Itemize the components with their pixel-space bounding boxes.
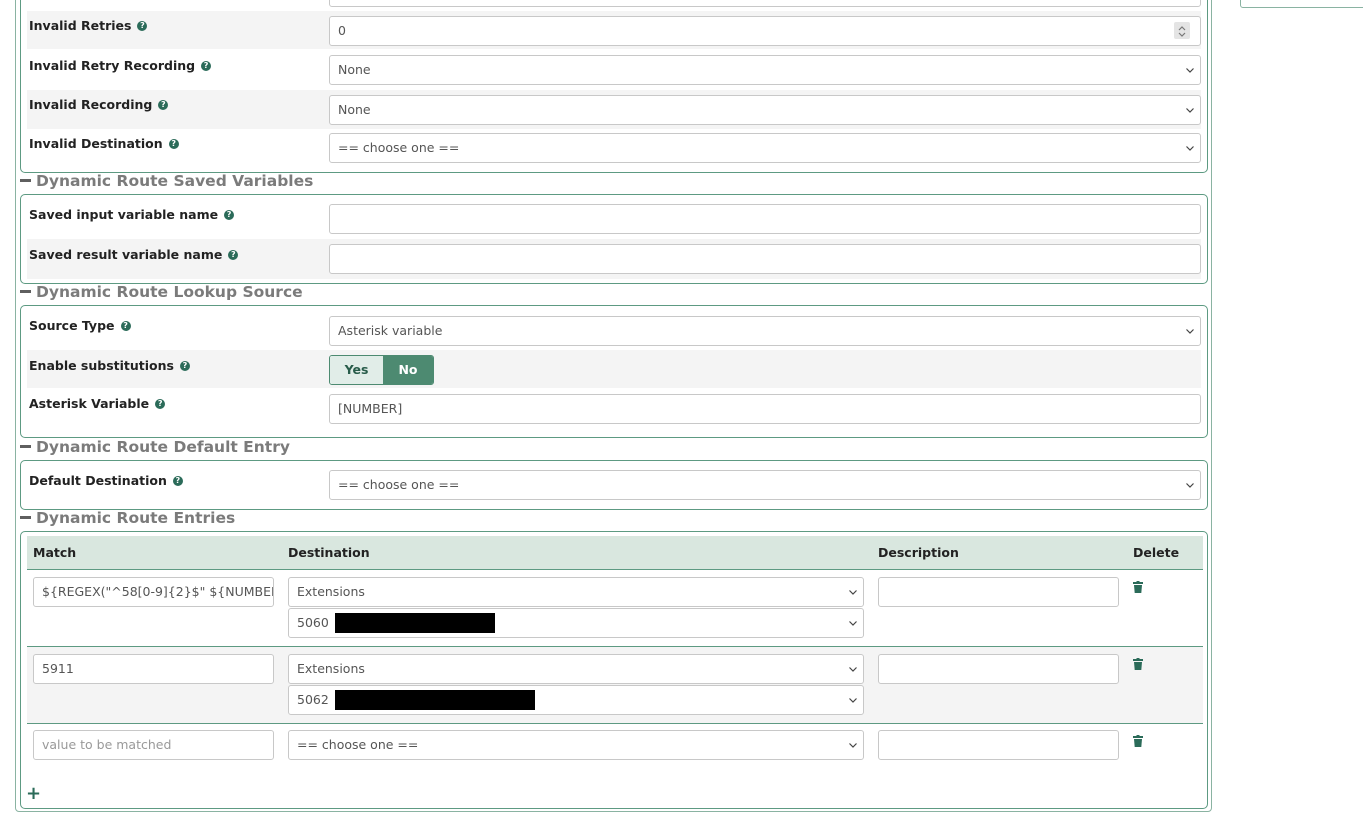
entries-panel: Match Destination Description Delete ${R… — [20, 531, 1208, 809]
default-entry-panel: Default Destination? == choose one == — [20, 460, 1208, 510]
saved-variables-legend[interactable]: Dynamic Route Saved Variables — [20, 171, 313, 191]
description-input[interactable] — [878, 654, 1119, 684]
invalid-destination-select[interactable]: == choose one == — [329, 133, 1201, 163]
trash-icon[interactable] — [1133, 581, 1143, 593]
table-row: 5911 Extensions 5062 — [27, 647, 1203, 724]
delete-header: Delete — [1133, 545, 1180, 560]
match-input[interactable]: 5911 — [33, 654, 274, 684]
destination-header: Destination — [288, 545, 370, 560]
chevron-down-icon — [849, 698, 857, 703]
invalid-retry-recording-label: Invalid Retry Recording — [29, 58, 196, 73]
trash-icon[interactable] — [1133, 658, 1143, 670]
substitutions-label: Enable substitutions — [29, 358, 174, 373]
invalid-top-partial-row — [27, 0, 1201, 9]
invalid-recording-row: Invalid Recording? None — [27, 90, 1201, 129]
redacted-block — [334, 612, 495, 633]
asterisk-variable-row: Asterisk Variable? [NUMBER] — [27, 389, 1201, 429]
destination-type-select[interactable]: == choose one == — [288, 730, 864, 760]
match-header: Match — [33, 545, 77, 560]
invalid-settings-panel: Invalid Retries? 0 Invalid Retry Recordi… — [20, 0, 1208, 173]
default-destination-row: Default Destination? == choose one == — [27, 465, 1201, 505]
saved-input-label: Saved input variable name — [29, 207, 219, 222]
minus-icon — [20, 179, 31, 182]
chevron-down-icon — [849, 621, 857, 626]
saved-result-row: Saved result variable name? — [27, 239, 1201, 279]
redacted-block — [334, 689, 535, 710]
invalid-destination-label: Invalid Destination — [29, 136, 163, 151]
add-entry-button[interactable]: + — [26, 785, 41, 803]
saved-result-label: Saved result variable name — [29, 247, 223, 262]
asterisk-variable-input[interactable]: [NUMBER] — [329, 394, 1201, 424]
saved-input-field[interactable] — [329, 204, 1201, 234]
yes-option[interactable]: Yes — [330, 356, 383, 384]
help-icon[interactable]: ? — [158, 99, 169, 110]
chevron-down-icon — [1186, 108, 1194, 113]
default-destination-label: Default Destination — [29, 473, 167, 488]
destination-value-select[interactable]: 5062 — [288, 685, 864, 715]
help-icon[interactable]: ? — [137, 20, 148, 31]
source-type-row: Source Type? Asterisk variable — [27, 310, 1201, 348]
description-input[interactable] — [878, 577, 1119, 607]
source-type-label: Source Type — [29, 318, 115, 333]
trash-icon[interactable] — [1133, 735, 1143, 747]
table-row: value to be matched == choose one == — [27, 724, 1203, 768]
invalid-retry-recording-row: Invalid Retry Recording? None — [27, 51, 1201, 89]
invalid-retries-input[interactable]: 0 — [329, 16, 1201, 46]
entries-table-header: Match Destination Description Delete — [27, 536, 1203, 570]
destination-type-select[interactable]: Extensions — [288, 577, 864, 607]
substitutions-toggle: Yes No — [329, 355, 434, 385]
minus-icon — [20, 290, 31, 293]
invalid-retries-label: Invalid Retries — [29, 18, 132, 33]
lookup-source-panel: Source Type? Asterisk variable Enable su… — [20, 305, 1208, 438]
chevron-down-icon — [849, 667, 857, 672]
asterisk-variable-label: Asterisk Variable — [29, 396, 150, 411]
invalid-recording-label: Invalid Recording — [29, 97, 153, 112]
substitutions-row: Enable substitutions? Yes No — [27, 350, 1201, 388]
invalid-destination-row: Invalid Destination? == choose one == — [27, 130, 1201, 168]
destination-value-select[interactable]: 5060 — [288, 608, 864, 638]
spinner-arrows-icon — [1178, 26, 1186, 37]
chevron-down-icon — [1186, 146, 1194, 151]
help-icon[interactable]: ? — [155, 398, 166, 409]
help-icon[interactable]: ? — [228, 249, 239, 260]
match-input[interactable]: ${REGEX("^58[0-9]{2}$" ${NUMBER})} — [33, 577, 274, 607]
destination-type-select[interactable]: Extensions — [288, 654, 864, 684]
partial-field[interactable] — [329, 0, 1201, 7]
invalid-recording-select[interactable]: None — [329, 95, 1201, 125]
table-row: ${REGEX("^58[0-9]{2}$" ${NUMBER})} Exten… — [27, 570, 1203, 647]
help-icon[interactable]: ? — [179, 360, 190, 371]
description-input[interactable] — [878, 730, 1119, 760]
no-option[interactable]: No — [383, 356, 433, 384]
saved-variables-panel: Saved input variable name? Saved result … — [20, 194, 1208, 284]
source-type-select[interactable]: Asterisk variable — [329, 316, 1201, 346]
minus-icon — [20, 516, 31, 519]
minus-icon — [20, 445, 31, 448]
chevron-down-icon — [849, 590, 857, 595]
lookup-source-legend[interactable]: Dynamic Route Lookup Source — [20, 282, 303, 302]
entries-legend[interactable]: Dynamic Route Entries — [20, 508, 235, 528]
help-icon[interactable]: ? — [224, 209, 235, 220]
chevron-down-icon — [1186, 68, 1194, 73]
invalid-retry-recording-select[interactable]: None — [329, 55, 1201, 85]
help-icon[interactable]: ? — [168, 138, 179, 149]
saved-input-row: Saved input variable name? — [27, 199, 1201, 239]
chevron-down-icon — [1186, 483, 1194, 488]
chevron-down-icon — [849, 743, 857, 748]
default-entry-legend[interactable]: Dynamic Route Default Entry — [20, 437, 290, 457]
default-destination-select[interactable]: == choose one == — [329, 470, 1201, 500]
match-input[interactable]: value to be matched — [33, 730, 274, 760]
description-header: Description — [878, 545, 959, 560]
invalid-retries-row: Invalid Retries? 0 — [27, 11, 1201, 49]
saved-result-field[interactable] — [329, 244, 1201, 274]
help-icon[interactable]: ? — [201, 60, 212, 71]
help-icon[interactable]: ? — [172, 475, 183, 486]
number-spinner[interactable] — [1174, 22, 1190, 39]
side-panel-edge — [1240, 0, 1363, 8]
chevron-down-icon — [1186, 329, 1194, 334]
help-icon[interactable]: ? — [120, 320, 131, 331]
